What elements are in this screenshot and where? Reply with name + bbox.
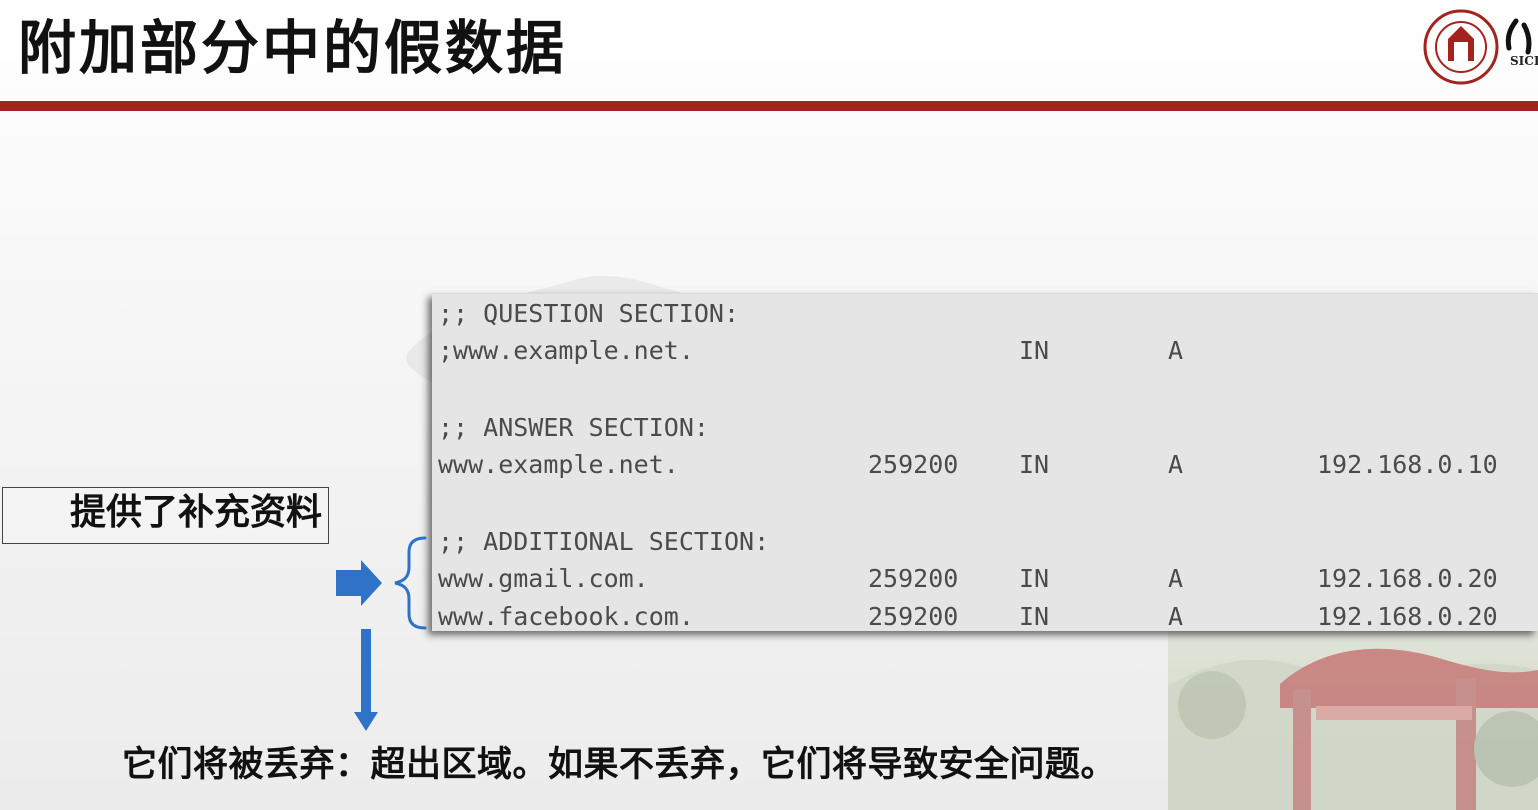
question-section-header: ;; QUESTION SECTION: xyxy=(438,299,740,328)
additional-row-address: 192.168.0.20 xyxy=(1317,602,1498,631)
additional-row-type: A xyxy=(1168,602,1184,631)
slide: 附加部分中的假数据 SICI ;; QUESTION SECTION: ;www… xyxy=(0,0,1538,810)
additional-row-class: IN xyxy=(1019,602,1050,631)
campus-photo xyxy=(1168,612,1538,810)
university-logo xyxy=(1423,9,1532,85)
additional-row-ttl: 259200 xyxy=(868,602,959,631)
additional-row-type: A xyxy=(1168,564,1184,593)
question-type: A xyxy=(1168,336,1184,365)
answer-type: A xyxy=(1168,450,1184,479)
answer-section-header: ;; ANSWER SECTION: xyxy=(438,413,709,442)
additional-row-ttl: 259200 xyxy=(868,564,959,593)
right-arrow-icon xyxy=(336,560,382,606)
question-class: IN xyxy=(1019,336,1050,365)
question-name: ;www.example.net. xyxy=(438,336,694,365)
additional-row-class: IN xyxy=(1019,564,1050,593)
down-arrow-head-icon xyxy=(354,712,378,731)
curly-brace-icon xyxy=(394,536,427,630)
additional-row-name: www.facebook.com. xyxy=(438,602,694,631)
answer-class: IN xyxy=(1019,450,1050,479)
additional-row-name: www.gmail.com. xyxy=(438,564,649,593)
callout-label: 提供了补充资料 xyxy=(69,491,322,533)
down-arrow-shaft-icon xyxy=(361,629,371,718)
additional-row-address: 192.168.0.20 xyxy=(1317,564,1498,593)
university-logo-text: SICI xyxy=(1510,54,1538,68)
title-divider xyxy=(0,101,1538,111)
dns-output-panel: ;; QUESTION SECTION: ;www.example.net. I… xyxy=(432,293,1538,631)
answer-name: www.example.net. xyxy=(438,450,679,479)
answer-ttl: 259200 xyxy=(868,450,959,479)
slide-title: 附加部分中的假数据 xyxy=(18,14,568,82)
security-conclusion-text: 它们将被丢弃：超出区域。如果不丢弃，它们将导致安全问题。 xyxy=(122,744,1117,785)
answer-address: 192.168.0.10 xyxy=(1317,450,1498,479)
additional-section-header: ;; ADDITIONAL SECTION: xyxy=(438,527,770,556)
